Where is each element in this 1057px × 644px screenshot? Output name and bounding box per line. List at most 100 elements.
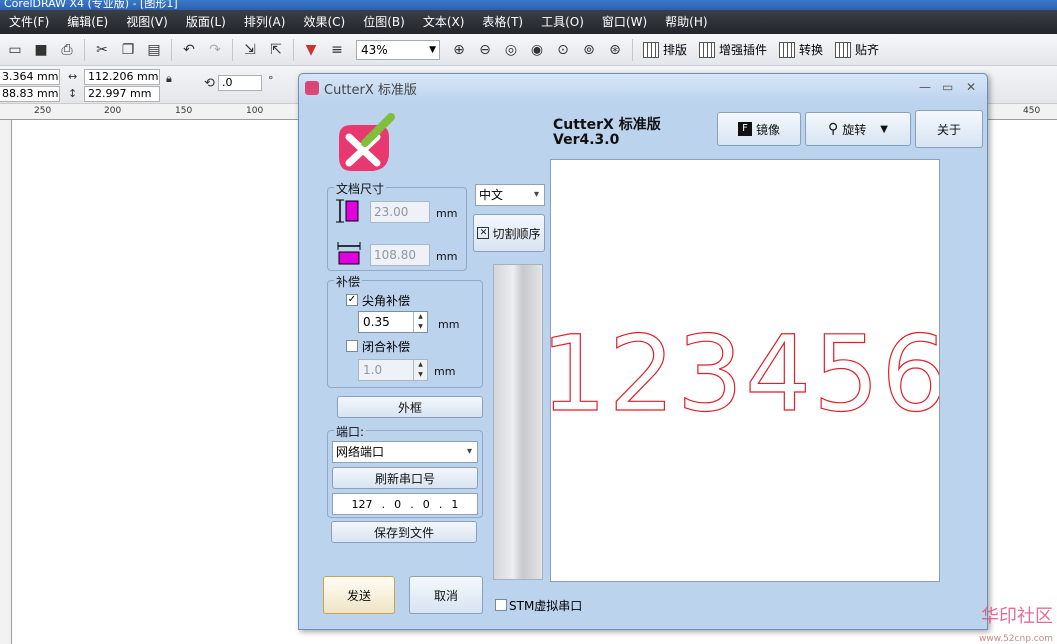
menu-text[interactable]: 文本(X) — [414, 10, 474, 34]
export-icon[interactable]: ⇱ — [265, 39, 287, 61]
port-label: 端口: — [334, 423, 367, 440]
snap-icon — [835, 41, 852, 58]
sharp-corner-value: 0.35 — [363, 315, 390, 329]
minimize-icon[interactable]: — — [919, 80, 931, 94]
maximize-icon[interactable]: ▭ — [942, 80, 953, 94]
height-field[interactable]: 22.997 mm — [84, 86, 160, 102]
doc-size-label: 文档尺寸 — [334, 180, 387, 197]
print-icon[interactable]: ⎙ — [56, 39, 78, 61]
dialog-title: CutterX 标准版 — [324, 82, 417, 98]
mirror-button[interactable]: F 镜像 — [717, 112, 801, 146]
ruler-tick: 450 — [1023, 106, 1041, 116]
sharp-corner-value-stepper[interactable]: 0.35 ▲ ▼ — [358, 311, 428, 333]
y-position-field[interactable]: 88.83 mm — [0, 86, 60, 102]
ip-dot: . — [381, 497, 386, 511]
window-title-bar: CorelDRAW X4 (专业版) - [图形1] — [0, 0, 1057, 10]
height-unit-label: mm — [436, 207, 458, 220]
width-unit-label: mm — [436, 250, 458, 263]
ruler-tick: 250 — [34, 106, 52, 116]
refresh-port-button[interactable]: 刷新串口号 — [332, 467, 478, 489]
zoom-all-icon[interactable]: ◉ — [526, 39, 548, 61]
about-button[interactable]: 关于 — [915, 110, 983, 148]
menu-edit[interactable]: 编辑(E) — [58, 10, 117, 34]
menu-arrange[interactable]: 排列(A) — [235, 10, 295, 34]
zoom-page-icon[interactable]: ⊙ — [552, 39, 574, 61]
menu-effects[interactable]: 效果(C) — [294, 10, 354, 34]
plugin-convert-button[interactable]: 转换 — [779, 41, 823, 58]
toolbar-separator — [232, 38, 233, 61]
zoom-out-icon[interactable]: ⊖ — [474, 39, 496, 61]
lock-ratio-icon[interactable]: 🔒︎ — [166, 72, 172, 86]
outer-frame-button[interactable]: 外框 — [337, 396, 483, 418]
closed-compensation-stepper[interactable]: 1.0 ▲ ▼ — [358, 359, 428, 381]
port-group: 端口: 网络端口 刷新串口号 127. 0. 0. 1 — [327, 423, 483, 518]
menu-help[interactable]: 帮助(H) — [656, 10, 716, 34]
width-field[interactable]: 112.206 mm — [84, 69, 160, 85]
plugin-layout-button[interactable]: 排版 — [643, 41, 687, 58]
sort-list-scrollbar[interactable] — [493, 264, 543, 580]
paste-icon[interactable]: ▤ — [143, 39, 165, 61]
layout-icon — [643, 41, 659, 58]
x-position-field[interactable]: 3.364 mm — [0, 69, 60, 85]
menu-view[interactable]: 视图(V) — [117, 10, 177, 34]
toolbar-separator — [171, 38, 172, 61]
save-to-file-button[interactable]: 保存到文件 — [331, 521, 477, 543]
cutterx-dialog: CutterX 标准版 — ▭ ✕ 文档尺寸 23.00 mm 108.80 m… — [298, 73, 988, 630]
zoom-level-select[interactable]: 43% — [356, 39, 440, 60]
menu-file[interactable]: 文件(F) — [0, 10, 58, 34]
cut-icon[interactable]: ✂ — [91, 39, 113, 61]
send-button[interactable]: 发送 — [323, 576, 395, 614]
doc-height-field[interactable]: 23.00 — [370, 201, 430, 223]
ruler-tick: 200 — [104, 106, 122, 116]
rotate-button[interactable]: ⚲ 旋转 ▼ — [805, 112, 911, 146]
menu-window[interactable]: 窗口(W) — [593, 10, 656, 34]
convert-icon — [779, 41, 796, 58]
ip-dot: . — [410, 497, 414, 511]
redo-icon[interactable]: ↷ — [204, 39, 226, 61]
ip-octet: 1 — [451, 497, 459, 511]
menu-table[interactable]: 表格(T) — [473, 10, 532, 34]
doc-width-field[interactable]: 108.80 — [370, 244, 430, 266]
rotate-icon: ⟲ — [204, 76, 215, 91]
toolbar-separator — [84, 38, 85, 61]
import-icon[interactable]: ⇲ — [239, 39, 261, 61]
app-name: CutterX 标准版 — [553, 117, 661, 133]
zoom-width-icon[interactable]: ⊚ — [578, 39, 600, 61]
height-dimension-icon — [336, 199, 359, 223]
cut-order-button[interactable]: ✕ 切割顺序 — [473, 214, 545, 252]
closed-compensation-checkbox[interactable] — [346, 340, 358, 352]
menu-tools[interactable]: 工具(O) — [532, 10, 593, 34]
spin-arrows-icon[interactable]: ▲ ▼ — [413, 360, 427, 380]
plugin-snap-label: 贴齐 — [855, 43, 880, 57]
language-select[interactable]: 中文 — [475, 184, 545, 206]
toolbar-separator — [293, 38, 294, 61]
compensation-group: 补偿 ✓ 尖角补偿 0.35 ▲ ▼ mm 闭合补偿 1.0 ▲ ▼ mm — [327, 273, 483, 388]
cancel-button[interactable]: 取消 — [409, 576, 483, 614]
sharp-corner-checkbox[interactable]: ✓ — [346, 294, 358, 306]
plugin-layout-label: 排版 — [663, 43, 688, 57]
app-launcher-icon[interactable]: ▼ — [300, 39, 322, 61]
zoom-in-icon[interactable]: ⊕ — [448, 39, 470, 61]
menu-bitmaps[interactable]: 位图(B) — [354, 10, 414, 34]
port-type-select[interactable]: 网络端口 — [332, 441, 478, 463]
ip-address-field[interactable]: 127. 0. 0. 1 — [332, 493, 478, 515]
plugin-enhance-button[interactable]: 增强插件 — [699, 41, 767, 58]
copy-icon[interactable]: ❐ — [117, 39, 139, 61]
closed-compensation-value: 1.0 — [363, 363, 383, 377]
dialog-body: 文档尺寸 23.00 mm 108.80 mm 补偿 ✓ 尖角补偿 0.35 ▲… — [305, 104, 983, 624]
close-icon[interactable]: ✕ — [966, 80, 976, 94]
spin-arrows-icon[interactable]: ▲ ▼ — [413, 312, 427, 332]
zoom-height-icon[interactable]: ⊛ — [604, 39, 626, 61]
open-icon[interactable]: ▭ — [4, 39, 26, 61]
plugin-snap-button[interactable]: 贴齐 — [835, 41, 879, 58]
mirror-label: 镜像 — [755, 122, 780, 137]
save-icon[interactable]: ■ — [30, 39, 52, 61]
menu-layout[interactable]: 版面(L) — [177, 10, 235, 34]
rotation-field[interactable]: .0 — [218, 75, 262, 91]
welcome-screen-icon[interactable]: ≡ — [326, 39, 348, 61]
stm-virtual-port-checkbox[interactable] — [495, 599, 507, 611]
undo-icon[interactable]: ↶ — [178, 39, 200, 61]
ruler-tick: 100 — [246, 106, 264, 116]
zoom-selected-icon[interactable]: ◎ — [500, 39, 522, 61]
menu-bar: 文件(F) 编辑(E) 视图(V) 版面(L) 排列(A) 效果(C) 位图(B… — [0, 10, 1057, 34]
